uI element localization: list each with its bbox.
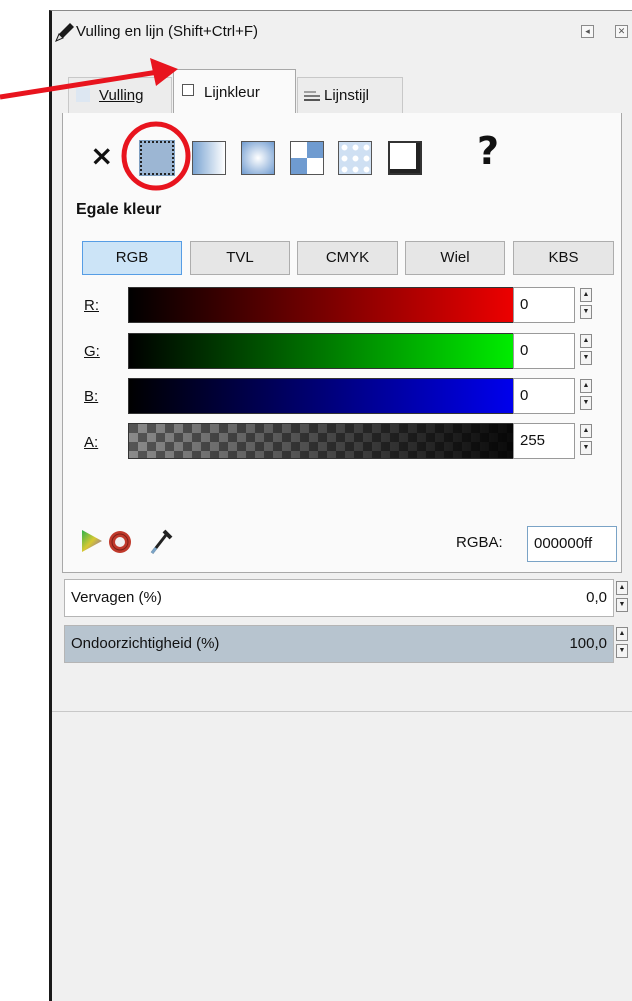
divider bbox=[52, 711, 632, 712]
blue-slider[interactable] bbox=[128, 378, 544, 414]
channel-label-r: R: bbox=[84, 297, 99, 314]
green-spin-arrows[interactable]: ▲ ▼ bbox=[580, 334, 594, 370]
rgba-label: RGBA: bbox=[456, 534, 503, 551]
opacity-value: 100,0 bbox=[569, 635, 607, 652]
decrement-icon[interactable]: ▼ bbox=[580, 396, 592, 410]
mode-tab-wiel[interactable]: Wiel bbox=[405, 241, 505, 275]
alpha-spinbox[interactable]: 255 bbox=[513, 423, 575, 459]
rgba-value: 000000ff bbox=[534, 535, 593, 552]
channel-label-a: A: bbox=[84, 434, 99, 451]
decrement-icon[interactable]: ▼ bbox=[580, 351, 592, 365]
eyedropper-icon[interactable] bbox=[148, 527, 174, 557]
increment-icon[interactable]: ▲ bbox=[580, 334, 592, 348]
section-heading: Egale kleur bbox=[76, 201, 162, 218]
decrement-icon[interactable]: ▼ bbox=[616, 644, 628, 658]
red-spin-arrows[interactable]: ▲ ▼ bbox=[580, 288, 594, 324]
annotation-arrow bbox=[0, 69, 159, 100]
channel-label-g: G: bbox=[84, 343, 100, 360]
channel-label-b: B: bbox=[84, 388, 99, 405]
annotation-overlay bbox=[0, 58, 191, 191]
decrement-icon[interactable]: ▼ bbox=[616, 598, 628, 612]
increment-icon[interactable]: ▲ bbox=[580, 379, 592, 393]
blur-spin-arrows[interactable]: ▲ ▼ bbox=[616, 581, 630, 617]
green-slider[interactable] bbox=[128, 333, 544, 369]
red-slider[interactable] bbox=[128, 287, 544, 323]
opacity-label: Ondoorzichtigheid (%) bbox=[71, 635, 220, 652]
blue-spin-arrows[interactable]: ▲ ▼ bbox=[580, 379, 594, 415]
mode-tab-cmyk[interactable]: CMYK bbox=[297, 241, 398, 275]
blur-value: 0,0 bbox=[586, 589, 607, 606]
mode-tab-kbs-label: KBS bbox=[548, 249, 579, 266]
decrement-icon[interactable]: ▼ bbox=[580, 305, 592, 319]
rgba-input[interactable]: 000000ff bbox=[527, 526, 617, 562]
out-of-gamut-icon[interactable] bbox=[107, 529, 133, 555]
increment-icon[interactable]: ▲ bbox=[580, 424, 592, 438]
mode-tab-tvl-label: TVL bbox=[226, 249, 254, 266]
blur-label: Vervagen (%) bbox=[71, 589, 162, 606]
opacity-slider[interactable]: Ondoorzichtigheid (%) 100,0 bbox=[64, 625, 614, 663]
opacity-spin-arrows[interactable]: ▲ ▼ bbox=[616, 627, 630, 663]
alpha-slider[interactable] bbox=[128, 423, 544, 459]
alpha-spin-arrows[interactable]: ▲ ▼ bbox=[580, 424, 594, 460]
increment-icon[interactable]: ▲ bbox=[616, 581, 628, 595]
mode-tab-rgb-label: RGB bbox=[115, 249, 149, 266]
annotation-circle bbox=[121, 121, 191, 191]
green-value: 0 bbox=[520, 342, 529, 359]
color-managed-icon[interactable] bbox=[80, 528, 104, 554]
red-spinbox[interactable]: 0 bbox=[513, 287, 575, 323]
blue-value: 0 bbox=[520, 387, 529, 404]
increment-icon[interactable]: ▲ bbox=[616, 627, 628, 641]
mode-tab-rgb[interactable]: RGB bbox=[82, 241, 182, 275]
alpha-value: 255 bbox=[520, 432, 546, 449]
mode-tab-wiel-label: Wiel bbox=[440, 249, 470, 266]
mode-tab-cmyk-label: CMYK bbox=[325, 249, 370, 266]
red-value: 0 bbox=[520, 296, 529, 313]
blur-slider[interactable]: Vervagen (%) 0,0 bbox=[64, 579, 614, 617]
increment-icon[interactable]: ▲ bbox=[580, 288, 592, 302]
blue-spinbox[interactable]: 0 bbox=[513, 378, 575, 414]
mode-tab-kbs[interactable]: KBS bbox=[513, 241, 614, 275]
green-spinbox[interactable]: 0 bbox=[513, 333, 575, 369]
decrement-icon[interactable]: ▼ bbox=[580, 441, 592, 455]
mode-tab-tvl[interactable]: TVL bbox=[190, 241, 290, 275]
annotation-arrowhead bbox=[150, 58, 178, 86]
